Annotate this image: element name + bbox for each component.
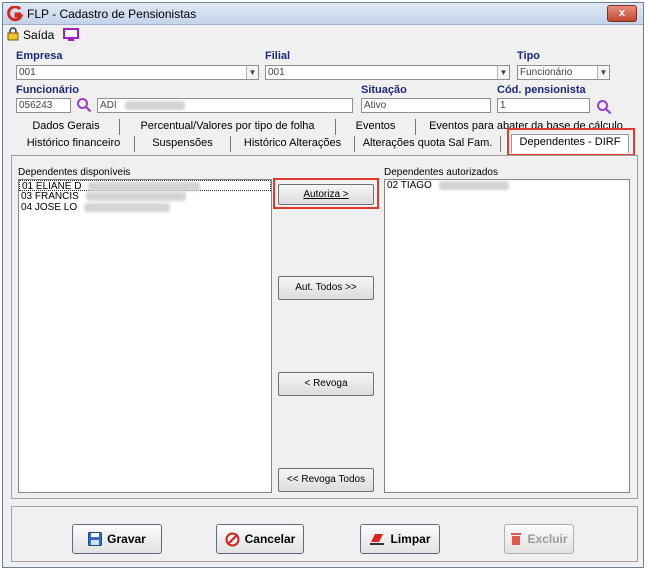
menu-bar: Saída: [3, 25, 643, 45]
funcionario-name: ADI: [100, 100, 117, 111]
cod-pensionista-label: Cód. pensionista: [497, 84, 586, 96]
window-title: FLP - Cadastro de Pensionistas: [27, 7, 197, 21]
funcionario-code-field[interactable]: 056243: [16, 98, 71, 113]
tab-dados-gerais[interactable]: Dados Gerais: [13, 119, 120, 135]
list-item[interactable]: 03 FRANCIS: [19, 191, 271, 202]
situacao-label: Situação: [361, 84, 407, 96]
tab-alteracoes-quota[interactable]: Alterações quota Sal Fam.: [355, 136, 501, 152]
filial-value: 001: [268, 67, 285, 78]
revoke-button[interactable]: < Revoga: [278, 372, 374, 396]
clear-button[interactable]: Limpar: [360, 524, 440, 554]
authorized-list-label: Dependentes autorizados: [384, 167, 498, 178]
dependents-panel: Dependentes disponíveis 01 ELIANE D 03 F…: [11, 155, 638, 499]
tab-historico-alteracoes[interactable]: Histórico Alterações: [231, 136, 355, 152]
filial-combo[interactable]: 001 ▼: [265, 65, 510, 80]
redacted-text: [125, 100, 186, 110]
eraser-icon: [370, 534, 385, 545]
delete-button[interactable]: Excluir: [504, 524, 574, 554]
empresa-value: 001: [19, 67, 36, 78]
list-item[interactable]: 01 ELIANE D: [19, 180, 271, 192]
highlight-box: [507, 128, 635, 156]
tipo-value: Funcionário: [520, 67, 573, 78]
search-icon[interactable]: [76, 97, 92, 113]
redacted-text: [88, 181, 201, 191]
authorized-list[interactable]: 02 TIAGO: [384, 179, 630, 493]
situacao-field: Ativo: [361, 98, 491, 113]
tab-percentual-valores[interactable]: Percentual/Valores por tipo de folha: [120, 119, 336, 135]
empresa-label: Empresa: [16, 50, 63, 62]
tab-historico-financeiro[interactable]: Histórico financeiro: [13, 136, 135, 152]
revoke-all-button[interactable]: << Revoga Todos: [278, 468, 374, 492]
exit-menu-item[interactable]: Saída: [23, 28, 54, 42]
tab-eventos[interactable]: Eventos: [336, 119, 416, 135]
trash-icon: [511, 533, 522, 545]
chevron-down-icon[interactable]: ▼: [246, 66, 258, 79]
empresa-combo[interactable]: 001 ▼: [16, 65, 259, 80]
list-item[interactable]: 04 JOSE LO: [19, 202, 271, 213]
authorize-all-button[interactable]: Aut. Todos >>: [278, 276, 374, 300]
cod-pensionista-field[interactable]: 1: [497, 98, 590, 113]
cancel-icon: [225, 532, 240, 546]
chevron-down-icon[interactable]: ▼: [497, 66, 509, 79]
available-list[interactable]: 01 ELIANE D 03 FRANCIS 04 JOSE LO: [18, 179, 272, 493]
title-bar: FLP - Cadastro de Pensionistas x: [3, 3, 643, 25]
cancel-button[interactable]: Cancelar: [216, 524, 304, 554]
chevron-down-icon[interactable]: ▼: [597, 66, 609, 79]
tab-suspensoes[interactable]: Suspensões: [135, 136, 231, 152]
funcionario-label: Funcionário: [16, 84, 79, 96]
redacted-text: [83, 202, 170, 212]
save-button[interactable]: Gravar: [72, 524, 162, 554]
list-item[interactable]: 02 TIAGO: [385, 180, 629, 191]
available-list-label: Dependentes disponíveis: [18, 167, 131, 178]
close-button[interactable]: x: [607, 5, 637, 22]
tipo-label: Tipo: [517, 50, 541, 62]
search-icon[interactable]: [596, 99, 612, 115]
bottom-toolbar: Gravar Cancelar Limpar Excluir: [11, 506, 638, 562]
filial-label: Filial: [265, 50, 291, 62]
lock-icon: [7, 27, 19, 41]
monitor-icon[interactable]: [63, 28, 79, 42]
highlight-box: [273, 178, 379, 209]
tipo-combo[interactable]: Funcionário ▼: [517, 65, 610, 80]
app-logo-icon: [7, 6, 23, 22]
redacted-text: [438, 180, 509, 190]
redacted-text: [85, 191, 186, 201]
floppy-disk-icon: [88, 532, 103, 546]
funcionario-name-field[interactable]: ADI: [97, 98, 353, 113]
main-window: FLP - Cadastro de Pensionistas x Saída E…: [2, 2, 644, 568]
